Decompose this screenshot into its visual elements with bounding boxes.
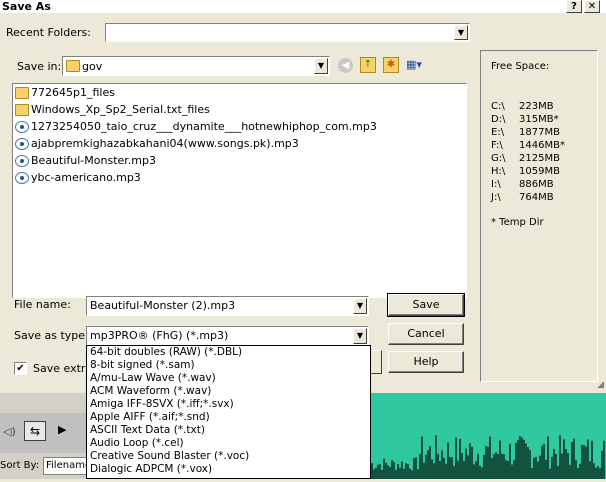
- drive-free-space: 886MB: [519, 179, 554, 190]
- file-name-label: File name:: [14, 298, 71, 311]
- file-name: Beautiful-Monster.mp3: [31, 154, 156, 167]
- file-type-option[interactable]: Dialogic ADPCM (*.vox): [87, 463, 370, 476]
- drive-free-space: 764MB: [519, 192, 554, 203]
- file-type-option[interactable]: A/mu-Law Wave (*.wav): [87, 372, 370, 385]
- audio-file-icon: [15, 120, 29, 133]
- file-list-item[interactable]: ajabpremkighazabkahani04(www.songs.pk).m…: [13, 135, 466, 152]
- file-list-item[interactable]: Beautiful-Monster.mp3: [13, 152, 466, 169]
- file-type-option[interactable]: Audio Loop (*.cel): [87, 437, 370, 450]
- back-icon[interactable]: ◀: [338, 58, 353, 73]
- sort-by-label: Sort By:: [0, 460, 40, 471]
- file-name: ajabpremkighazabkahani04(www.songs.pk).m…: [31, 137, 299, 150]
- drive-free-space: 1446MB*: [519, 140, 565, 151]
- audio-file-icon: [15, 154, 29, 167]
- file-type-option[interactable]: Amiga IFF-8SVX (*.iff;*.svx): [87, 398, 370, 411]
- drive-letter: E:\: [491, 127, 505, 138]
- cancel-button[interactable]: Cancel: [388, 323, 464, 345]
- up-folder-icon[interactable]: ↑: [360, 57, 376, 73]
- recent-folders-label: Recent Folders:: [6, 26, 91, 39]
- file-name: Windows_Xp_Sp2_Serial.txt_files: [31, 103, 210, 116]
- drive-letter: H:\: [491, 166, 506, 177]
- drive-free-space: 1059MB: [519, 166, 560, 177]
- save-in-value: gov: [82, 59, 103, 73]
- free-space-title: Free Space:: [491, 61, 550, 72]
- folder-icon: [15, 86, 29, 99]
- waveform-graphic: [369, 435, 605, 479]
- file-type-option[interactable]: ASCII Text Data (*.txt): [87, 424, 370, 437]
- audio-file-icon: [15, 137, 29, 150]
- save-as-type-value: mp3PRO® (FhG) (*.mp3): [90, 329, 229, 342]
- chevron-down-icon[interactable]: ▼: [314, 58, 328, 74]
- chevron-down-icon[interactable]: ▼: [454, 25, 468, 40]
- file-list[interactable]: 772645p1_files Windows_Xp_Sp2_Serial.txt_…: [12, 83, 467, 298]
- recent-folders-combo[interactable]: ▼: [105, 23, 470, 42]
- sort-by-value: Filename: [46, 460, 92, 471]
- help-button[interactable]: Help: [388, 351, 464, 373]
- file-name: 1273254050_taio_cruz___dynamite___hotnew…: [31, 120, 377, 133]
- file-list-item[interactable]: ybc-americano.mp3: [13, 169, 466, 186]
- file-type-option[interactable]: ACM Waveform (*.wav): [87, 385, 370, 398]
- save-as-type-combo[interactable]: mp3PRO® (FhG) (*.mp3) ▼: [86, 326, 369, 346]
- volume-icon[interactable]: ◁): [3, 425, 16, 438]
- folder-icon: [15, 103, 29, 116]
- drive-free-space: 315MB*: [519, 114, 559, 125]
- drive-free-space: 2125MB: [519, 153, 560, 164]
- file-type-option[interactable]: 8-bit signed (*.sam): [87, 359, 370, 372]
- options-button-edge[interactable]: [370, 350, 382, 374]
- chevron-down-icon[interactable]: ▼: [353, 328, 367, 344]
- file-name-value: Beautiful-Monster (2).mp3: [90, 299, 236, 312]
- save-extra-checkbox[interactable]: ✔: [14, 362, 27, 375]
- folder-icon: [66, 60, 80, 72]
- file-list-item[interactable]: Windows_Xp_Sp2_Serial.txt_files: [13, 101, 466, 118]
- save-button[interactable]: Save: [387, 293, 465, 317]
- play-icon[interactable]: ▶: [58, 423, 66, 436]
- file-type-option[interactable]: Apple AIFF (*.aif;*.snd): [87, 411, 370, 424]
- audio-file-icon: [15, 171, 29, 184]
- save-as-dialog: Recent Folders: ▼ Save in: gov ▼ ◀ ↑ ✱ ▦…: [0, 13, 606, 393]
- drive-letter: J:\: [491, 192, 501, 203]
- resize-grip[interactable]: ◢: [592, 379, 604, 391]
- waveform-display[interactable]: [369, 393, 606, 479]
- help-title-button[interactable]: ?: [566, 0, 582, 13]
- temp-dir-note: * Temp Dir: [491, 217, 544, 228]
- drive-free-space: 223MB: [519, 101, 554, 112]
- save-as-type-label: Save as type:: [14, 329, 89, 342]
- save-in-combo[interactable]: gov ▼: [62, 56, 330, 76]
- view-menu-icon[interactable]: ▦▾: [406, 57, 430, 73]
- drive-letter: I:\: [491, 179, 501, 190]
- new-folder-icon[interactable]: ✱: [383, 57, 399, 73]
- save-in-label: Save in:: [17, 60, 62, 73]
- file-list-item[interactable]: 1273254050_taio_cruz___dynamite___hotnew…: [13, 118, 466, 135]
- file-name: ybc-americano.mp3: [31, 171, 141, 184]
- file-name-input[interactable]: Beautiful-Monster (2).mp3 ▼: [86, 296, 369, 316]
- drive-free-space: 1877MB: [519, 127, 560, 138]
- file-type-option[interactable]: 64-bit doubles (RAW) (*.DBL): [87, 346, 370, 359]
- drive-letter: G:\: [491, 153, 506, 164]
- file-name: 772645p1_files: [31, 86, 115, 99]
- drive-letter: D:\: [491, 114, 506, 125]
- save-extra-label: Save extra: [33, 362, 93, 375]
- save-as-type-dropdown[interactable]: 64-bit doubles (RAW) (*.DBL) 8-bit signed…: [86, 345, 371, 479]
- file-list-item[interactable]: 772645p1_files: [13, 84, 466, 101]
- drive-letter: F:\: [491, 140, 503, 151]
- free-space-panel: Free Space: C:\ 223MB D:\ 315MB* E:\ 1877MB F:…: [480, 50, 598, 382]
- file-type-option[interactable]: Creative Sound Blaster (*.voc): [87, 450, 370, 463]
- loop-icon[interactable]: ⇆: [24, 421, 46, 441]
- window-title: Save As: [2, 0, 51, 13]
- close-button[interactable]: ✕: [584, 0, 600, 13]
- title-bar: Save As: [0, 0, 606, 13]
- chevron-down-icon[interactable]: ▼: [353, 298, 367, 314]
- drive-letter: C:\: [491, 101, 505, 112]
